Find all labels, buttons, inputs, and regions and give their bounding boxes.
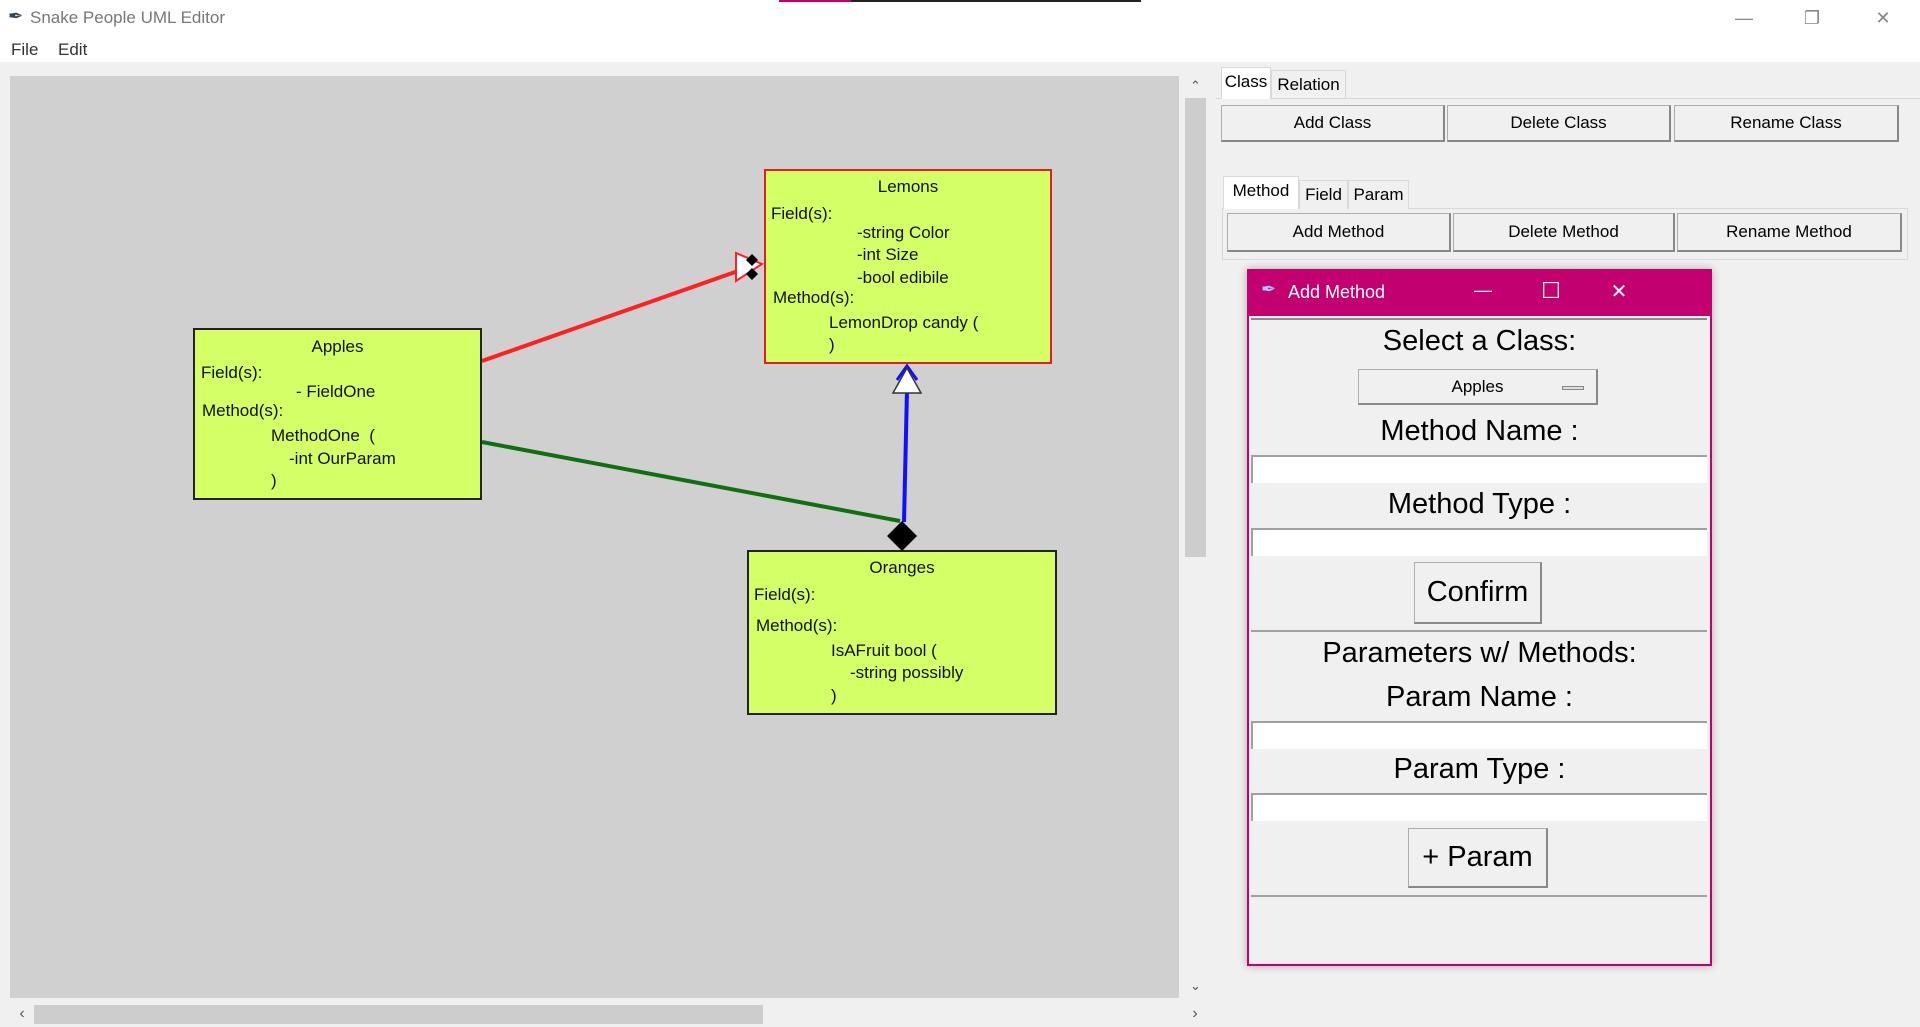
methods-label: Method(s): bbox=[773, 288, 855, 307]
select-class-label: Select a Class: bbox=[1382, 325, 1577, 357]
vertical-scrollbar[interactable]: ⌃ ⌄ bbox=[1182, 76, 1209, 998]
method-signature: LemonDrop candy ( bbox=[829, 313, 979, 332]
feather-icon: ✒ bbox=[8, 6, 24, 26]
relation-line-composition[interactable] bbox=[481, 440, 901, 523]
method-signature: MethodOne ( bbox=[271, 426, 375, 445]
selected-class: Apples bbox=[1451, 376, 1504, 396]
divider bbox=[1251, 895, 1707, 897]
tab-relation[interactable]: Relation bbox=[1271, 70, 1346, 98]
delete-method-button[interactable]: Delete Method bbox=[1453, 213, 1675, 252]
window-title: Snake People UML Editor bbox=[30, 8, 225, 27]
param-item: -int OurParam bbox=[289, 449, 396, 468]
class-select-dropdown[interactable]: Apples bbox=[1358, 369, 1598, 405]
methods-label: Method(s): bbox=[756, 616, 838, 635]
param-item: -string possibly bbox=[850, 663, 964, 682]
dialog-close-button[interactable]: ✕ bbox=[1599, 279, 1639, 304]
title-bar: ✒ Snake People UML Editor — ❐ ✕ bbox=[0, 0, 1920, 36]
relation-line-realization[interactable] bbox=[902, 389, 909, 523]
param-type-input[interactable] bbox=[1251, 793, 1707, 821]
minimize-button[interactable]: — bbox=[1721, 4, 1767, 32]
realization-arrowhead bbox=[891, 366, 923, 394]
composition-diamond bbox=[887, 521, 917, 551]
field-item: -string Color bbox=[857, 223, 950, 242]
fields-label: Field(s): bbox=[201, 363, 263, 382]
dialog-frame-top bbox=[1251, 318, 1707, 320]
method-close: ) bbox=[829, 335, 835, 354]
method-close: ) bbox=[271, 471, 277, 490]
method-name-label: Method Name : bbox=[1380, 415, 1579, 447]
field-item: -int Size bbox=[857, 245, 919, 264]
horizontal-scrollbar[interactable]: ‹ › bbox=[10, 1002, 1210, 1027]
tab-param[interactable]: Param bbox=[1348, 180, 1409, 209]
field-item: - FieldOne bbox=[296, 382, 376, 401]
param-type-label: Param Type : bbox=[1393, 753, 1566, 785]
dialog-title-bar: ✒ Add Method — ☐ ✕ bbox=[1247, 269, 1712, 316]
add-param-button[interactable]: + Param bbox=[1408, 828, 1548, 888]
fields-label: Field(s): bbox=[754, 585, 816, 604]
scroll-up-icon[interactable]: ⌃ bbox=[1182, 78, 1209, 94]
params-heading: Parameters w/ Methods: bbox=[1322, 637, 1637, 669]
add-class-button[interactable]: Add Class bbox=[1221, 105, 1445, 142]
method-type-input[interactable] bbox=[1251, 528, 1707, 556]
scroll-left-icon[interactable]: ‹ bbox=[12, 1005, 32, 1023]
horizontal-scroll-thumb[interactable] bbox=[34, 1005, 763, 1024]
scroll-right-icon[interactable]: › bbox=[1185, 1005, 1205, 1023]
menu-file[interactable]: File bbox=[11, 40, 38, 60]
tab-class[interactable]: Class bbox=[1221, 67, 1271, 99]
divider bbox=[1251, 630, 1707, 632]
add-method-button[interactable]: Add Method bbox=[1227, 213, 1451, 252]
menu-bar: File Edit bbox=[0, 36, 1920, 62]
method-name-input[interactable] bbox=[1251, 455, 1707, 483]
tab-field[interactable]: Field bbox=[1299, 180, 1348, 209]
feather-icon: ✒ bbox=[1261, 279, 1277, 299]
delete-class-button[interactable]: Delete Class bbox=[1447, 105, 1671, 142]
dialog-maximize-button[interactable]: ☐ bbox=[1531, 278, 1571, 304]
param-name-label: Param Name : bbox=[1386, 681, 1573, 713]
rename-class-button[interactable]: Rename Class bbox=[1674, 105, 1899, 142]
method-type-label: Method Type : bbox=[1387, 488, 1572, 520]
restore-button[interactable]: ❐ bbox=[1789, 4, 1835, 32]
confirm-button[interactable]: Confirm bbox=[1414, 562, 1542, 624]
close-button[interactable]: ✕ bbox=[1860, 4, 1906, 32]
field-item: -bool edibile bbox=[857, 268, 949, 287]
tab-method[interactable]: Method bbox=[1223, 176, 1299, 209]
class-title: Oranges bbox=[869, 558, 935, 577]
dropdown-indicator-icon bbox=[1562, 386, 1584, 390]
dialog-minimize-button[interactable]: — bbox=[1463, 280, 1503, 301]
class-title: Apples bbox=[311, 337, 364, 356]
methods-label: Method(s): bbox=[202, 401, 284, 420]
fields-label: Field(s): bbox=[771, 204, 833, 223]
vertical-scroll-thumb[interactable] bbox=[1185, 98, 1206, 557]
relation-line-inheritance[interactable] bbox=[481, 269, 739, 363]
class-title: Lemons bbox=[877, 177, 939, 196]
scroll-down-icon[interactable]: ⌄ bbox=[1182, 978, 1209, 994]
param-name-input[interactable] bbox=[1251, 721, 1707, 749]
dialog-title: Add Method bbox=[1288, 282, 1386, 302]
method-signature: IsAFruit bool ( bbox=[831, 641, 937, 660]
rename-method-button[interactable]: Rename Method bbox=[1677, 213, 1902, 252]
method-close: ) bbox=[831, 686, 837, 705]
menu-edit[interactable]: Edit bbox=[58, 40, 87, 60]
